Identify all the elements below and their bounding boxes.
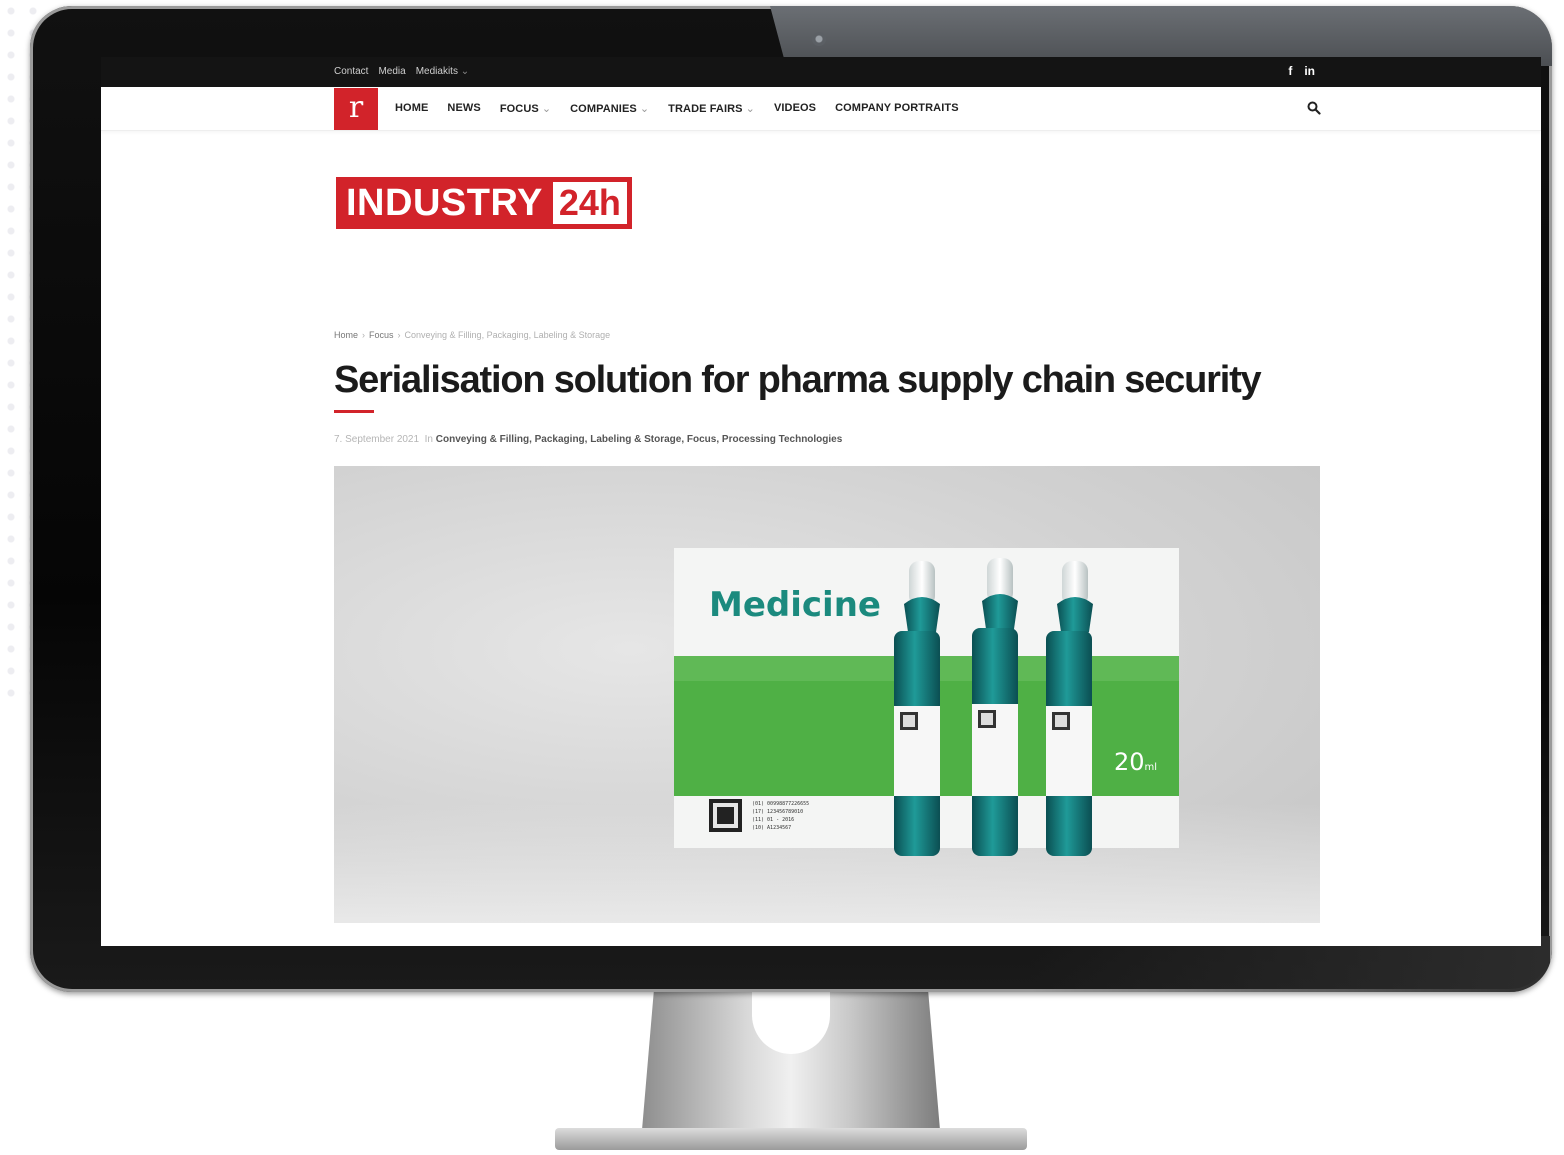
breadcrumb: Home › Focus › Conveying & Filling, Pack… [334, 330, 610, 340]
brand-part-2: 24h [552, 182, 627, 224]
nav-item-trade-fairs[interactable]: TRADE FAIRS ⌄ [668, 102, 755, 115]
nav-item-news[interactable]: NEWS [447, 102, 480, 115]
main-navigation: r HOME NEWS FOCUS ⌄ COMPANIES ⌄ TRADE FAIR… [101, 87, 1541, 131]
top-link-contact[interactable]: Contact [334, 66, 368, 77]
top-bar: Contact Media Mediakits ⌄ f in [101, 57, 1541, 87]
nav-menu: HOME NEWS FOCUS ⌄ COMPANIES ⌄ TRADE FAIRS ⌄… [395, 102, 959, 115]
camera-icon [812, 32, 826, 46]
nav-item-focus[interactable]: FOCUS ⌄ [500, 102, 551, 115]
title-underline [334, 410, 374, 413]
breadcrumb-current: Conveying & Filling, Packaging, Labeling… [404, 330, 611, 340]
box-code-line: (10) A1234567 [752, 825, 791, 831]
facebook-icon[interactable]: f [1288, 64, 1292, 78]
social-links: f in [1288, 64, 1315, 78]
nav-item-company-portraits[interactable]: COMPANY PORTRAITS [835, 102, 959, 115]
linkedin-icon[interactable]: in [1304, 64, 1315, 78]
top-link-media[interactable]: Media [378, 66, 405, 77]
nav-item-home[interactable]: HOME [395, 102, 428, 115]
top-links: Contact Media Mediakits ⌄ [334, 66, 469, 77]
article-in-label: In [424, 434, 433, 445]
article-date: 7. September 2021 [334, 434, 420, 445]
article-title: Serialisation solution for pharma supply… [334, 359, 1262, 401]
article-categories[interactable]: Conveying & Filling, Packaging, Labeling… [436, 434, 843, 445]
search-icon[interactable] [1307, 101, 1321, 115]
industry24h-logo[interactable]: INDUSTRY 24h [336, 177, 632, 229]
box-label: Medicine [709, 585, 881, 625]
breadcrumb-home[interactable]: Home [334, 330, 358, 340]
brand-part-1: INDUSTRY [346, 182, 543, 224]
monitor-scene: Contact Media Mediakits ⌄ f in r HOME NE… [0, 0, 1564, 1155]
box-code-line: (01) 00998877226655 [752, 801, 809, 807]
browser-viewport: Contact Media Mediakits ⌄ f in r HOME NE… [101, 57, 1541, 946]
box-code-line: (17) 123456789010 [752, 809, 803, 815]
site-logo[interactable]: r [334, 88, 378, 130]
chevron-down-icon: ⌄ [639, 103, 650, 115]
nav-item-videos[interactable]: VIDEOS [774, 102, 816, 115]
breadcrumb-separator: › [397, 330, 401, 340]
article-hero-image: Medicine 20ml (01) 00998877226655 (17) 1… [334, 466, 1320, 923]
top-link-mediakits[interactable]: Mediakits ⌄ [416, 66, 469, 77]
breadcrumb-separator: › [362, 330, 366, 340]
article-meta: 7. September 2021 In Conveying & Filling… [334, 434, 842, 445]
monitor-bezel: Contact Media Mediakits ⌄ f in r HOME NE… [30, 6, 1552, 992]
nav-item-companies[interactable]: COMPANIES ⌄ [570, 102, 649, 115]
medicine-package-illustration: Medicine 20ml (01) 00998877226655 (17) 1… [674, 548, 1179, 856]
breadcrumb-focus[interactable]: Focus [369, 330, 394, 340]
box-code-line: (11) 01 - 2016 [752, 817, 794, 823]
chevron-down-icon: ⌄ [745, 103, 755, 115]
monitor-stand [555, 980, 1027, 1155]
chevron-down-icon: ⌄ [541, 103, 552, 115]
